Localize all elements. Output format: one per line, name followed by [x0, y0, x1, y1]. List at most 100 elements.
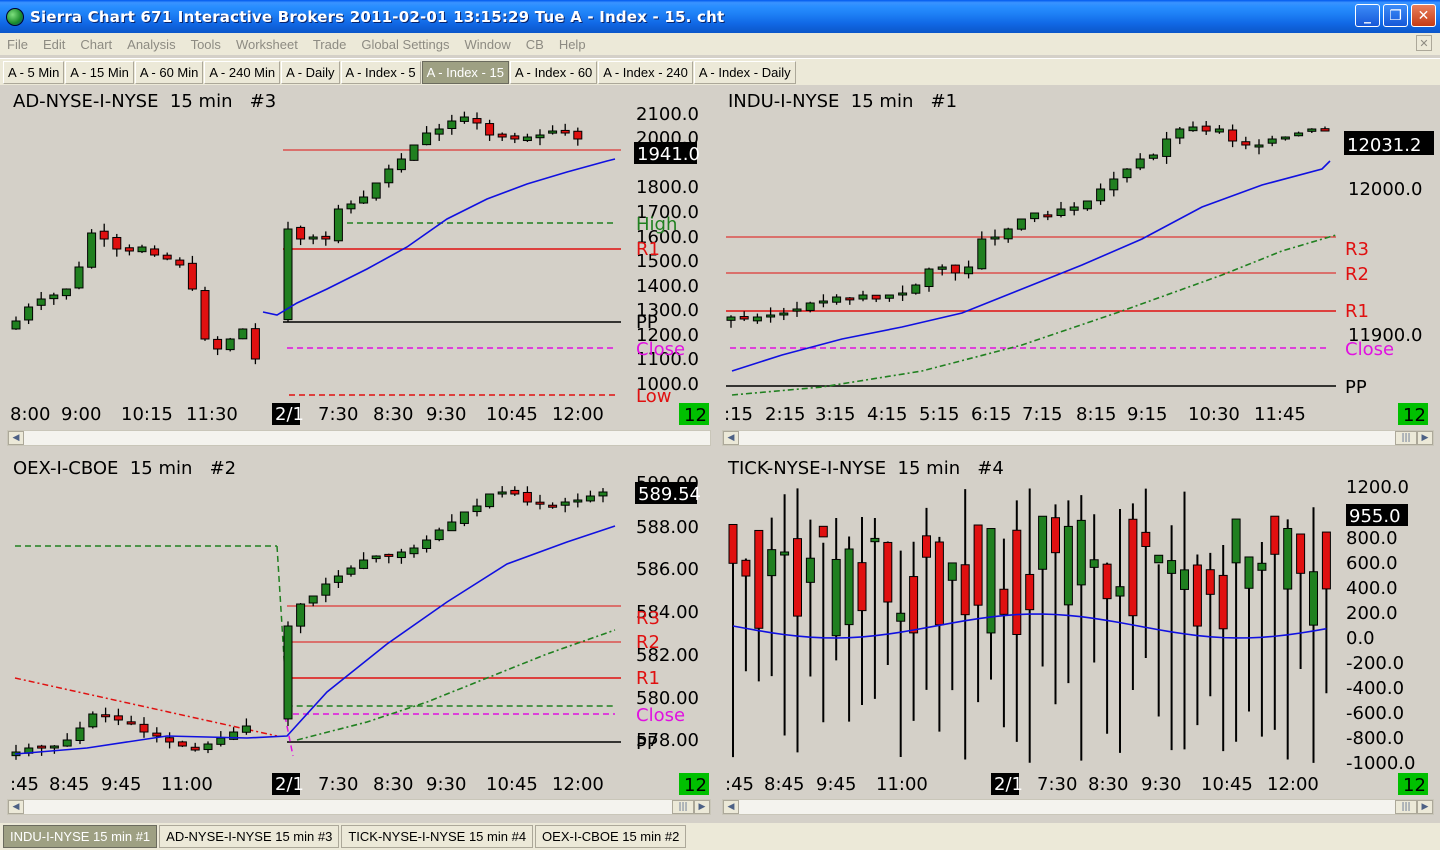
chart-scrollbar[interactable]: ◀ ||| ▶: [722, 799, 1434, 815]
menu-chart[interactable]: Chart: [73, 37, 120, 52]
candle-body: [977, 238, 987, 270]
y-axis-tick: 2100.0: [636, 104, 699, 125]
candle-body: [999, 588, 1009, 615]
x-axis-label: 12:00: [552, 774, 604, 795]
scroll-left-icon[interactable]: ◀: [723, 800, 739, 814]
candle-body: [560, 129, 570, 134]
candle-body: [1296, 533, 1306, 574]
tab-a-5-min[interactable]: A - 5 Min: [3, 60, 65, 84]
candle-body: [1089, 559, 1099, 568]
maximize-button[interactable]: ❐: [1383, 4, 1408, 27]
window-tab-indu[interactable]: INDU-I-NYSE 15 min #1: [3, 825, 158, 848]
secondary-average-line: [296, 629, 616, 741]
tab-a-daily[interactable]: A - Daily: [281, 60, 340, 84]
tab-a-60-min[interactable]: A - 60 Min: [134, 60, 204, 84]
scroll-thumb-icon[interactable]: |||: [672, 800, 694, 814]
window-tab-ad-nyse[interactable]: AD-NYSE-I-NYSE 15 min #3: [159, 825, 340, 848]
scroll-left-icon[interactable]: ◀: [8, 800, 24, 814]
tab-a-index-5[interactable]: A - Index - 5: [340, 60, 421, 84]
window-tab-oex[interactable]: OEX-I-CBOE 15 min #2: [535, 825, 687, 848]
menu-help[interactable]: Help: [552, 37, 594, 52]
candle-body: [346, 203, 356, 210]
candle-body: [510, 135, 520, 140]
menu-trade[interactable]: Trade: [306, 37, 354, 52]
y-axis-tick: 800.0: [1346, 528, 1398, 549]
scroll-right-icon[interactable]: ▶: [1417, 800, 1433, 814]
x-axis-label: :45: [725, 774, 754, 795]
menu-cb[interactable]: CB: [519, 37, 552, 52]
candle-body: [1257, 562, 1267, 571]
menu-window[interactable]: Window: [458, 37, 519, 52]
candle-body: [434, 128, 444, 135]
scroll-left-icon[interactable]: ◀: [723, 431, 739, 445]
title-bar[interactable]: Sierra Chart 671 Interactive Brokers 201…: [0, 0, 1440, 33]
menu-edit[interactable]: Edit: [36, 37, 73, 52]
chart-pane-oex[interactable]: 590.00588.00586.00584.00582.00580.00578.…: [7, 456, 711, 818]
candle-body: [871, 294, 881, 300]
scroll-thumb-icon[interactable]: |||: [1395, 431, 1417, 445]
mdi-close-icon[interactable]: ✕: [1416, 35, 1432, 51]
candle-body: [88, 713, 98, 728]
level-line-high: [276, 545, 613, 707]
level-label: PP: [636, 312, 658, 333]
candle-body: [225, 338, 235, 351]
menu-tools[interactable]: Tools: [184, 37, 229, 52]
chart-plot-ad[interactable]: 2100.02000.01800.01700.01600.01500.01400…: [7, 89, 711, 427]
candle-body: [883, 541, 893, 603]
scroll-right-icon[interactable]: ▶: [1417, 431, 1433, 445]
candle-body: [359, 559, 369, 569]
tab-a-index-60[interactable]: A - Index - 60: [509, 60, 598, 84]
tab-a-15-min[interactable]: A - 15 Min: [65, 60, 134, 84]
candle-body: [62, 739, 72, 747]
chart-scrollbar[interactable]: ◀ ||| ▶: [722, 430, 1434, 446]
menu-file[interactable]: File: [0, 37, 36, 52]
candle-body: [321, 235, 331, 240]
candle-body: [779, 312, 789, 316]
menu-global-settings[interactable]: Global Settings: [354, 37, 457, 52]
candle-body: [87, 232, 97, 268]
candle-body: [396, 158, 406, 171]
candle-body: [1115, 586, 1125, 597]
menu-worksheet[interactable]: Worksheet: [229, 37, 306, 52]
candle-body: [216, 737, 226, 745]
candle-body: [1228, 129, 1238, 142]
candle-body: [510, 489, 520, 495]
candle-body: [238, 328, 248, 340]
x-axis-label: :15: [724, 404, 753, 425]
level-label: R3: [1345, 239, 1369, 260]
candle-body: [1270, 515, 1280, 555]
chart-pane-ad-nyse[interactable]: 2100.0 2000.0 1800.0 1700.0 1600.0 1500.0 1400…: [7, 89, 711, 447]
candle-body: [61, 288, 71, 297]
scroll-thumb-icon[interactable]: |||: [1395, 800, 1417, 814]
tab-a-index-240[interactable]: A - Index - 240: [598, 60, 693, 84]
chart-plot-indu[interactable]: 12000.011900.0R3R2R1ClosePP12031.2:15 2:1…: [722, 89, 1434, 427]
minimize-button[interactable]: _: [1355, 4, 1380, 27]
y-axis-tick: 0.0: [1346, 628, 1375, 649]
chart-plot-oex[interactable]: 590.00588.00586.00584.00582.00580.00578.…: [7, 456, 711, 798]
candle-body: [1321, 531, 1331, 590]
candle-body: [1051, 517, 1060, 554]
tab-a-index-daily[interactable]: A - Index - Daily: [693, 60, 796, 84]
candle-body: [296, 226, 306, 240]
scroll-right-icon[interactable]: ▶: [694, 800, 710, 814]
chart-pane-tick[interactable]: 1200.01000.0800.0600.0400.0200.00.0-200.…: [722, 456, 1434, 818]
window-tab-tick-nyse[interactable]: TICK-NYSE-I-NYSE 15 min #4: [341, 825, 534, 848]
bar-counter: 12: [684, 775, 707, 796]
y-axis-tick: -200.0: [1346, 653, 1404, 674]
candle-body: [548, 130, 558, 134]
tab-a-240-min[interactable]: A - 240 Min: [204, 60, 281, 84]
candle-body: [112, 236, 122, 250]
y-axis-tick: 1200.0: [1346, 477, 1409, 498]
chart-plot-tick[interactable]: 1200.01000.0800.0600.0400.0200.00.0-200.…: [722, 456, 1434, 798]
scroll-left-icon[interactable]: ◀: [8, 431, 24, 445]
close-button[interactable]: ✕: [1411, 4, 1436, 27]
chart-scrollbar[interactable]: ◀ ||| ▶: [7, 799, 711, 815]
menu-analysis[interactable]: Analysis: [120, 37, 183, 52]
candle-body: [1141, 531, 1151, 547]
candle-body: [896, 612, 906, 622]
candle-body: [1012, 529, 1022, 635]
chart-pane-indu[interactable]: 12000.0 11900.0 R3 R2 R1 Close PP 12031.2:15 2:1…: [722, 89, 1434, 447]
tab-a-index-15[interactable]: A - Index - 15: [421, 60, 509, 84]
candle-body: [548, 504, 558, 508]
chart-scrollbar[interactable]: ◀: [7, 430, 711, 446]
